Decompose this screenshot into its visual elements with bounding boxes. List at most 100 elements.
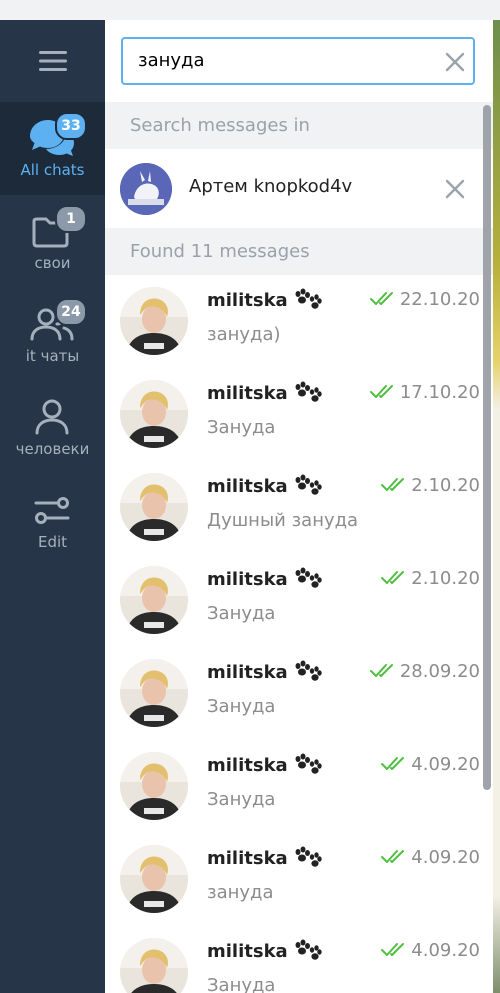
double-check-icon bbox=[369, 292, 393, 305]
search-input[interactable]: зануда bbox=[121, 37, 475, 85]
unread-badge: 33 bbox=[55, 112, 87, 140]
sliders-icon bbox=[34, 497, 70, 524]
paw-emoji-icon bbox=[295, 939, 322, 960]
sender-name-text: militska bbox=[207, 848, 288, 869]
chat-background-edge bbox=[493, 20, 500, 993]
message-snippet: зануда bbox=[207, 882, 274, 903]
date-text: 2.10.20 bbox=[411, 475, 480, 496]
folder-label: All chats bbox=[20, 161, 85, 179]
paw-emoji-icon bbox=[295, 381, 322, 402]
message-snippet: Зануда bbox=[207, 789, 276, 810]
unread-badge: 24 bbox=[55, 298, 87, 326]
folder-all-chats[interactable]: 33 All chats bbox=[0, 102, 105, 195]
peer-filter-row[interactable]: Артем knopkod4v bbox=[105, 150, 493, 228]
folder-label: человеки bbox=[15, 440, 90, 458]
sender-name-text: militska bbox=[207, 383, 288, 404]
double-check-icon bbox=[381, 850, 405, 863]
double-check-icon bbox=[369, 664, 393, 677]
hamburger-icon bbox=[38, 51, 67, 71]
message-snippet: Душный зануда bbox=[207, 510, 359, 531]
sender-name: militska bbox=[207, 939, 322, 962]
clear-search-icon[interactable] bbox=[443, 50, 467, 74]
message-result-row[interactable]: militska 4.09.20 зануда bbox=[105, 833, 493, 926]
peer-avatar bbox=[120, 163, 172, 215]
message-snippet: Зануда bbox=[207, 603, 276, 624]
folder-label: свои bbox=[34, 254, 71, 272]
avatar bbox=[120, 473, 188, 541]
peer-name: Артем knopkod4v bbox=[189, 176, 353, 197]
avatar bbox=[120, 287, 188, 355]
folders-sidebar: 33 All chats 1 свои 24 it чаты человеки bbox=[0, 20, 105, 993]
message-date: 28.09.20 bbox=[369, 661, 480, 682]
sender-name-text: militska bbox=[207, 662, 288, 683]
sender-name: militska bbox=[207, 753, 322, 776]
avatar bbox=[120, 752, 188, 820]
sender-name-text: militska bbox=[207, 941, 288, 962]
avatar bbox=[120, 659, 188, 727]
message-snippet: Зануда bbox=[207, 696, 276, 717]
date-text: 28.09.20 bbox=[399, 661, 480, 682]
date-text: 17.10.20 bbox=[399, 382, 480, 403]
double-check-icon bbox=[381, 943, 405, 956]
paw-emoji-icon bbox=[295, 753, 322, 774]
avatar bbox=[120, 845, 188, 913]
sender-name: militska bbox=[207, 474, 322, 497]
message-result-row[interactable]: militska 4.09.20 Зануда bbox=[105, 926, 493, 993]
message-snippet: Зануда bbox=[207, 417, 276, 438]
message-result-row[interactable]: militska 2.10.20 Зануда bbox=[105, 554, 493, 647]
results-header: Found 11 messages bbox=[105, 228, 493, 275]
search-in-header: Search messages in bbox=[105, 102, 493, 149]
avatar bbox=[120, 938, 188, 993]
message-snippet: Зануда bbox=[207, 975, 276, 993]
message-result-row[interactable]: militska 17.10.20 Зануда bbox=[105, 368, 493, 461]
scrollbar[interactable] bbox=[483, 105, 491, 790]
folder-label: it чаты bbox=[25, 347, 80, 365]
search-bar: зануда bbox=[105, 20, 493, 102]
message-date: 2.10.20 bbox=[381, 568, 480, 589]
window-top-strip bbox=[0, 0, 500, 20]
message-date: 4.09.20 bbox=[381, 940, 480, 961]
date-text: 4.09.20 bbox=[411, 940, 480, 961]
paw-emoji-icon bbox=[295, 474, 322, 495]
user-icon bbox=[35, 399, 69, 435]
folder-it-chats[interactable]: 24 it чаты bbox=[0, 288, 105, 381]
date-text: 22.10.20 bbox=[399, 289, 480, 310]
sender-name-text: militska bbox=[207, 569, 288, 590]
message-date: 2.10.20 bbox=[381, 475, 480, 496]
sender-name-text: militska bbox=[207, 290, 288, 311]
sender-name: militska bbox=[207, 846, 322, 869]
message-result-row[interactable]: militska 4.09.20 Зануда bbox=[105, 740, 493, 833]
double-check-icon bbox=[381, 757, 405, 770]
folder-chelovеki[interactable]: человеки bbox=[0, 381, 105, 474]
folder-svoi[interactable]: 1 свои bbox=[0, 195, 105, 288]
paw-emoji-icon bbox=[295, 660, 322, 681]
message-date: 4.09.20 bbox=[381, 754, 480, 775]
double-check-icon bbox=[369, 385, 393, 398]
paw-emoji-icon bbox=[295, 288, 322, 309]
sender-name: militska bbox=[207, 660, 322, 683]
message-result-row[interactable]: militska 22.10.20 зануда) bbox=[105, 275, 493, 368]
sender-name-text: militska bbox=[207, 755, 288, 776]
folder-edit[interactable]: Edit bbox=[0, 474, 105, 567]
paw-emoji-icon bbox=[295, 846, 322, 867]
avatar bbox=[120, 566, 188, 634]
message-result-row[interactable]: militska 2.10.20 Душный зануда bbox=[105, 461, 493, 554]
paw-emoji-icon bbox=[295, 567, 322, 588]
date-text: 4.09.20 bbox=[411, 754, 480, 775]
date-text: 2.10.20 bbox=[411, 568, 480, 589]
sender-name: militska bbox=[207, 567, 322, 590]
sender-name: militska bbox=[207, 288, 322, 311]
message-date: 17.10.20 bbox=[369, 382, 480, 403]
menu-button[interactable] bbox=[0, 20, 105, 102]
sender-name: militska bbox=[207, 381, 322, 404]
message-snippet: зануда) bbox=[207, 324, 281, 345]
sender-name-text: militska bbox=[207, 476, 288, 497]
unread-badge: 1 bbox=[55, 205, 87, 233]
search-panel: зануда Search messages in Артем knopkod4… bbox=[105, 20, 493, 993]
message-date: 22.10.20 bbox=[369, 289, 480, 310]
message-date: 4.09.20 bbox=[381, 847, 480, 868]
message-result-row[interactable]: militska 28.09.20 Зануда bbox=[105, 647, 493, 740]
date-text: 4.09.20 bbox=[411, 847, 480, 868]
avatar bbox=[120, 380, 188, 448]
close-icon[interactable] bbox=[443, 177, 467, 201]
